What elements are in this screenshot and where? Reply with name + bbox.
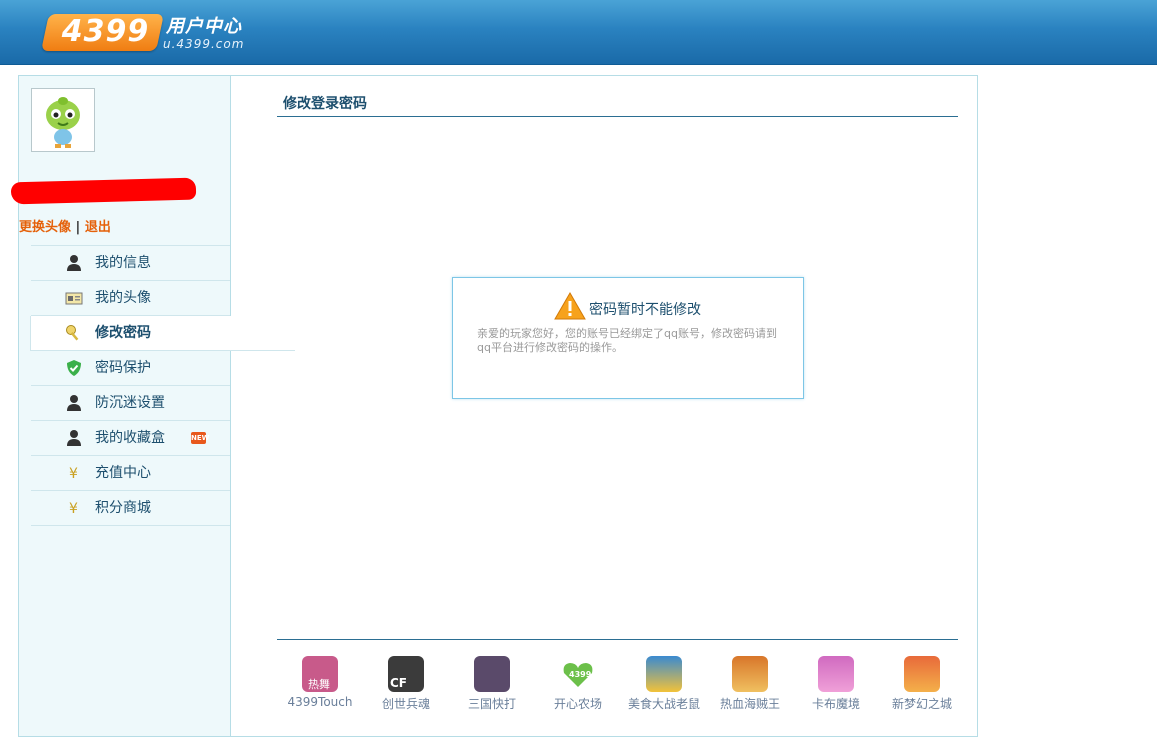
logout-link[interactable]: 退出 [85, 220, 111, 235]
sidebar-item-label: 密码保护 [95, 360, 151, 376]
game-links: 热舞 4399Touch CF 创世兵魂 三国快打 4399 开心农场 美食大战… [277, 656, 967, 716]
game-link-haizeiwang[interactable]: 热血海贼王 [707, 656, 793, 716]
sidebar-item-recharge[interactable]: ¥ 充值中心 [31, 456, 230, 491]
yen-icon: ¥ [69, 501, 78, 517]
id-card-icon [65, 292, 83, 305]
game-link-4399touch[interactable]: 热舞 4399Touch [277, 656, 363, 716]
game-link-chuangshi[interactable]: CF 创世兵魂 [363, 656, 449, 716]
title-divider [277, 116, 958, 117]
game-link-farm[interactable]: 4399 开心农场 [535, 656, 621, 716]
game-label[interactable]: 卡布魔境 [793, 695, 879, 712]
game-link-mengyou[interactable]: 新梦幻之城 [879, 656, 965, 716]
header-bar: 4399 用户中心 u.4399.com [0, 0, 1157, 65]
sidebar-item-label: 修改密码 [95, 325, 151, 341]
game-icon[interactable] [732, 656, 768, 692]
game-label[interactable]: 4399Touch [277, 695, 363, 709]
shield-check-icon [67, 360, 81, 376]
main-frame: 更换头像 | 退出 我的信息 我的头像 修改密码 密码保护 防沉迷设置 我的收藏… [10, 75, 978, 737]
heart-icon: 4399 [563, 663, 593, 687]
sidebar-item-label: 积分商城 [95, 500, 151, 516]
sidebar-item-my-info[interactable]: 我的信息 [31, 246, 230, 281]
new-badge: NEW [191, 432, 210, 444]
change-avatar-link[interactable]: 更换头像 [19, 220, 71, 235]
yen-icon: ¥ [69, 466, 78, 482]
user-icon [67, 395, 81, 411]
sidebar-item-password-protect[interactable]: 密码保护 [31, 351, 230, 386]
sidebar-item-label: 充值中心 [95, 465, 151, 481]
svg-text:¥: ¥ [69, 466, 78, 482]
sidebar-item-favorites[interactable]: 我的收藏盒 NEW [31, 421, 230, 456]
game-link-sanguo[interactable]: 三国快打 [449, 656, 535, 716]
sidebar: 更换头像 | 退出 我的信息 我的头像 修改密码 密码保护 防沉迷设置 我的收藏… [10, 76, 295, 736]
game-label[interactable]: 开心农场 [535, 695, 621, 712]
link-separator: | [75, 220, 81, 235]
game-label[interactable]: 创世兵魂 [363, 695, 449, 712]
game-label[interactable]: 美食大战老鼠 [621, 695, 707, 712]
game-icon[interactable] [474, 656, 510, 692]
sidebar-menu: 我的信息 我的头像 修改密码 密码保护 防沉迷设置 我的收藏盒 NEW ¥ 充值… [30, 245, 295, 526]
game-icon[interactable]: 热舞 [302, 656, 338, 692]
game-label[interactable]: 新梦幻之城 [879, 695, 965, 712]
sidebar-item-change-password[interactable]: 修改密码 [30, 316, 295, 351]
sidebar-item-anti-addiction[interactable]: 防沉迷设置 [31, 386, 230, 421]
game-link-kabu[interactable]: 卡布魔境 [793, 656, 879, 716]
logo-number[interactable]: 4399 [53, 13, 158, 51]
sidebar-item-my-avatar[interactable]: 我的头像 [31, 281, 230, 316]
game-icon[interactable] [904, 656, 940, 692]
game-icon-text: 热舞 [308, 678, 330, 691]
account-links: 更换头像 | 退出 [19, 216, 111, 235]
sidebar-item-label: 我的信息 [95, 255, 151, 271]
game-label[interactable]: 热血海贼王 [707, 695, 793, 712]
user-icon [67, 430, 81, 446]
game-label[interactable]: 三国快打 [449, 695, 535, 712]
sidebar-item-label: 我的收藏盒 [95, 430, 165, 446]
sidebar-item-label: 我的头像 [95, 290, 151, 306]
game-icon-text: CF [390, 676, 408, 690]
notice-body: 亲爱的玩家您好，您的账号已经绑定了qq账号，修改密码请到qq平台进行修改密码的操… [477, 327, 777, 354]
sidebar-item-points-mall[interactable]: ¥ 积分商城 [31, 491, 230, 526]
svg-text:¥: ¥ [69, 501, 78, 517]
game-link-meishi[interactable]: 美食大战老鼠 [621, 656, 707, 716]
key-icon [66, 325, 79, 341]
game-icon[interactable] [818, 656, 854, 692]
notice-title: 密码暂时不能修改 [589, 302, 701, 318]
avatar-icon [46, 97, 80, 148]
game-icon[interactable] [646, 656, 682, 692]
warning-icon [554, 292, 586, 320]
redacted-username [10, 177, 197, 205]
avatar[interactable] [31, 88, 95, 152]
user-icon [67, 255, 81, 271]
page-title: 修改登录密码 [283, 96, 367, 112]
games-divider [277, 639, 958, 640]
logo-title: 用户中心 [166, 16, 242, 37]
sidebar-item-label: 防沉迷设置 [95, 395, 165, 411]
logo-url: u.4399.com [163, 37, 245, 51]
game-icon[interactable]: 4399 [560, 656, 596, 692]
game-icon[interactable]: CF [388, 656, 424, 692]
game-icon-text: 4399 [569, 670, 592, 679]
notice-box: 密码暂时不能修改 亲爱的玩家您好，您的账号已经绑定了qq账号，修改密码请到qq平… [452, 277, 804, 399]
